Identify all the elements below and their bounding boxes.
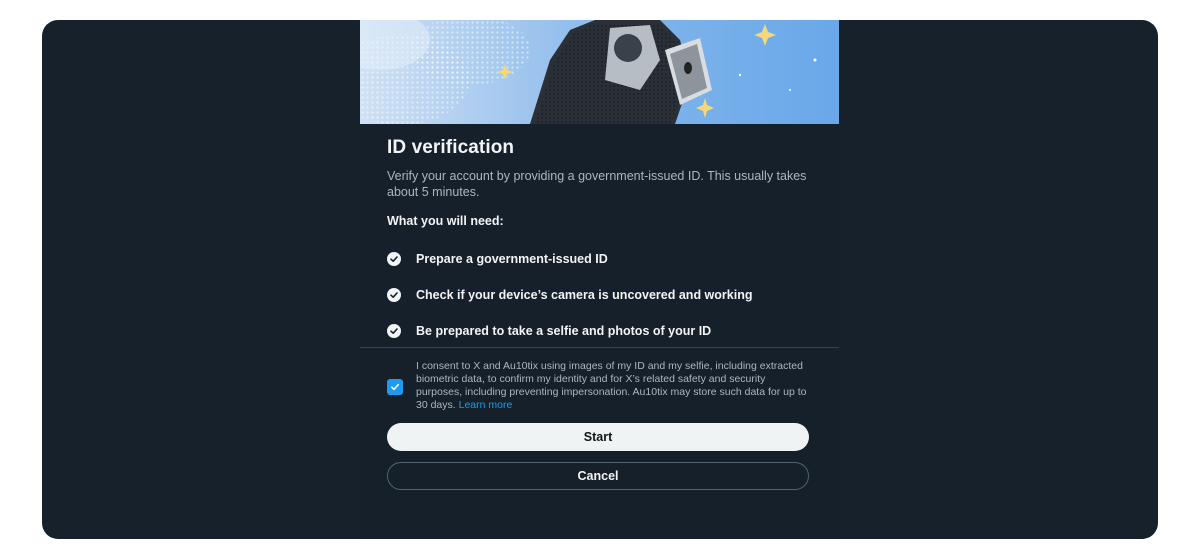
id-verification-dialog: ID verification Verify your account by p…	[360, 20, 839, 539]
dialog-title: ID verification	[387, 137, 515, 158]
dialog-content: ID verification Verify your account by p…	[360, 137, 839, 349]
check-circle-icon	[387, 288, 401, 302]
start-button[interactable]: Start	[387, 423, 809, 451]
requirement-label: Check if your device’s camera is uncover…	[416, 288, 753, 302]
requirements-heading: What you will need:	[387, 214, 504, 228]
check-circle-icon	[387, 252, 401, 266]
app-frame: ID verification Verify your account by p…	[42, 20, 1158, 539]
requirement-item: Check if your device’s camera is uncover…	[387, 277, 812, 313]
cancel-button[interactable]: Cancel	[387, 462, 809, 490]
consent-checkbox[interactable]	[387, 379, 403, 395]
hero-illustration	[360, 20, 839, 124]
consent-section: I consent to X and Au10tix using images …	[387, 360, 812, 412]
learn-more-link[interactable]: Learn more	[459, 399, 513, 411]
requirements-list: Prepare a government-issued ID Check if …	[387, 241, 812, 349]
requirement-label: Prepare a government-issued ID	[416, 252, 608, 266]
divider	[360, 347, 839, 348]
dialog-subtitle: Verify your account by providing a gover…	[387, 169, 807, 199]
checkmark-icon	[391, 383, 400, 391]
check-circle-icon	[387, 324, 401, 338]
requirement-item: Prepare a government-issued ID	[387, 241, 812, 277]
requirement-label: Be prepared to take a selfie and photos …	[416, 324, 712, 338]
consent-text: I consent to X and Au10tix using images …	[416, 360, 808, 412]
requirement-item: Be prepared to take a selfie and photos …	[387, 313, 812, 349]
astronaut-illustration	[360, 20, 817, 124]
